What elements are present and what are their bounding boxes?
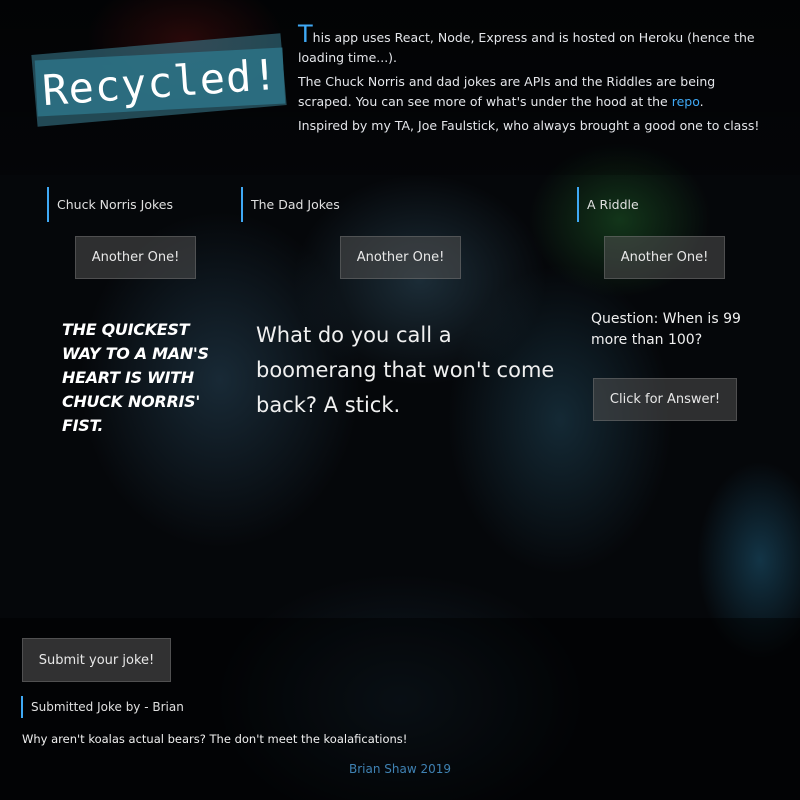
riddle-answer-button[interactable]: Click for Answer! bbox=[593, 378, 737, 421]
intro-paragraph-1: This app uses React, Node, Express and i… bbox=[298, 22, 768, 68]
submit-joke-button[interactable]: Submit your joke! bbox=[22, 638, 171, 682]
dad-another-one-button[interactable]: Another One! bbox=[340, 236, 461, 279]
dropcap: T bbox=[298, 20, 313, 48]
intro-line-2-end: . bbox=[699, 94, 704, 109]
footer-credit: Brian Shaw 2019 bbox=[348, 762, 452, 776]
intro-paragraph-2: The Chuck Norris and dad jokes are APIs … bbox=[298, 72, 768, 112]
intro-line-2: The Chuck Norris and dad jokes are APIs … bbox=[298, 74, 716, 109]
submitted-joke-text: Why aren't koalas actual bears? The don'… bbox=[22, 732, 408, 746]
chuck-norris-joke: The quickest way to a man's heart is wit… bbox=[62, 320, 209, 435]
chuck-norris-heading: Chuck Norris Jokes bbox=[47, 187, 173, 222]
chuck-another-one-button[interactable]: Another One! bbox=[75, 236, 196, 279]
submitted-joke-heading: Submitted Joke by - Brian bbox=[21, 696, 184, 718]
intro-line-1: his app uses React, Node, Express and is… bbox=[298, 30, 755, 65]
riddle-heading: A Riddle bbox=[577, 187, 639, 222]
intro-paragraph-3: Inspired by my TA, Joe Faulstick, who al… bbox=[298, 118, 760, 133]
riddle-question: Question: When is 99 more than 100? bbox=[591, 311, 741, 348]
repo-link[interactable]: repo bbox=[672, 94, 700, 109]
app-logo: Recycled! bbox=[30, 33, 292, 127]
logo-text: Recycled! bbox=[40, 49, 280, 115]
dad-jokes-heading: The Dad Jokes bbox=[241, 187, 340, 222]
dad-joke: What do you call a boomerang that won't … bbox=[256, 323, 555, 417]
intro-text: This app uses React, Node, Express and i… bbox=[298, 22, 768, 140]
riddle-another-one-button[interactable]: Another One! bbox=[604, 236, 725, 279]
